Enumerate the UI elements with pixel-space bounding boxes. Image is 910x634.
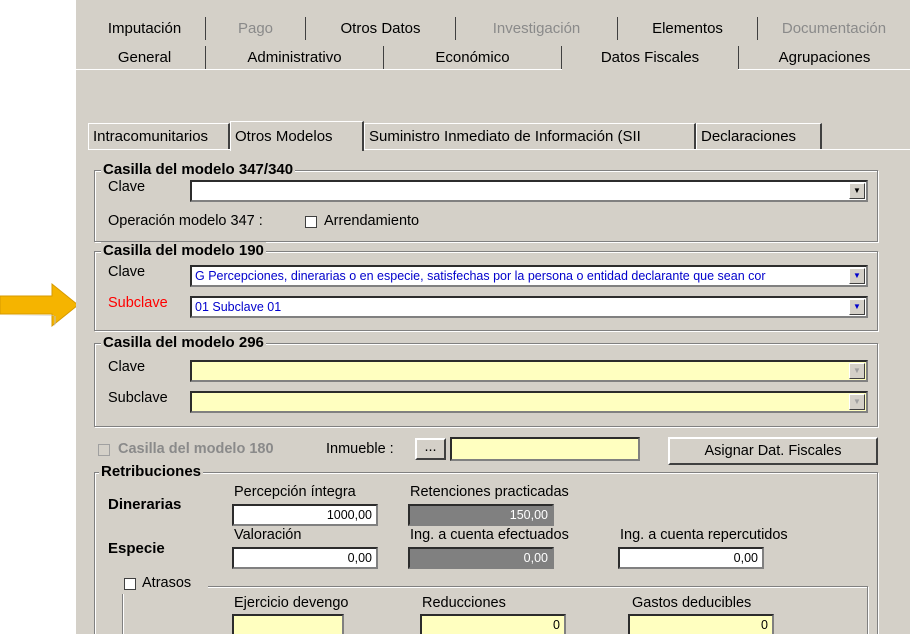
tab-intracomunitarios[interactable]: Intracomunitarios — [88, 123, 230, 149]
group-modelo-190: Casilla del modelo 190 — [94, 242, 878, 331]
top-tab-row-1: Imputación Pago Otros Datos Investigació… — [76, 17, 910, 41]
percepcion-label: Percepción íntegra — [234, 484, 356, 500]
inmueble-browse-button[interactable]: ... — [415, 438, 446, 460]
tab-elementos[interactable]: Elementos — [618, 17, 758, 40]
tab-economico[interactable]: Económico — [384, 46, 562, 69]
tab-otros-modelos[interactable]: Otros Modelos — [230, 121, 364, 151]
tab-administrativo[interactable]: Administrativo — [206, 46, 384, 69]
valoracion-input[interactable]: 0,00 — [232, 547, 378, 569]
retenciones-input: 150,00 — [408, 504, 554, 526]
subclave-296-select[interactable]: ▼ — [190, 391, 868, 413]
clave-label: Clave — [108, 179, 146, 195]
chevron-down-icon[interactable]: ▼ — [849, 268, 865, 284]
ing-efectuados-label: Ing. a cuenta efectuados — [410, 527, 569, 543]
inmueble-input[interactable] — [450, 437, 640, 461]
ejercicio-devengo-input[interactable] — [232, 614, 344, 634]
tab-divider — [76, 69, 562, 70]
chevron-down-icon[interactable]: ▼ — [849, 363, 865, 379]
clave-296-select[interactable]: ▼ — [190, 360, 868, 382]
arrendamiento-checkbox[interactable] — [305, 216, 317, 228]
fiscal-data-window: Imputación Pago Otros Datos Investigació… — [76, 0, 910, 634]
asignar-datos-fiscales-button[interactable]: Asignar Dat. Fiscales — [668, 437, 878, 465]
tab-datos-fiscales[interactable]: Datos Fiscales — [562, 46, 738, 69]
ejercicio-devengo-label: Ejercicio devengo — [234, 595, 349, 611]
clave-190-select[interactable]: G Percepciones, dinerarias o en especie,… — [190, 265, 868, 287]
ing-repercutidos-value: 0,00 — [733, 551, 758, 565]
group-title: Casilla del modelo 347/340 — [101, 161, 296, 178]
tab-agrupaciones[interactable]: Agrupaciones — [738, 46, 910, 69]
especie-label: Especie — [108, 540, 165, 557]
tab-investigacion[interactable]: Investigación — [456, 17, 618, 40]
gastos-value: 0 — [761, 618, 768, 632]
retenciones-label: Retenciones practicadas — [410, 484, 569, 500]
group-title: Casilla del modelo 190 — [101, 242, 266, 259]
subclave-190-select[interactable]: 01 Subclave 01 ▼ — [190, 296, 868, 318]
tab-divider — [738, 69, 910, 70]
reducciones-value: 0 — [553, 618, 560, 632]
tab-declaraciones[interactable]: Declaraciones — [696, 123, 822, 149]
valoracion-value: 0,00 — [347, 551, 372, 565]
clave-347-select[interactable]: ▼ — [190, 180, 868, 202]
group-modelo-296: Casilla del modelo 296 — [94, 334, 878, 427]
tab-general[interactable]: General — [84, 46, 206, 69]
chevron-down-icon[interactable]: ▼ — [849, 394, 865, 410]
arrow-right-icon — [0, 282, 79, 328]
modelo-180-checkbox[interactable] — [98, 444, 110, 456]
dinerarias-label: Dinerarias — [108, 496, 182, 513]
inmueble-label: Inmueble : — [326, 441, 394, 457]
tab-otros-datos[interactable]: Otros Datos — [306, 17, 456, 40]
subclave-190-value: 01 Subclave 01 — [195, 300, 282, 314]
atrasos-label: Atrasos — [142, 575, 192, 591]
gastos-deducibles-label: Gastos deducibles — [632, 595, 752, 611]
chevron-down-icon[interactable]: ▼ — [849, 299, 865, 315]
group-title: Casilla del modelo 296 — [101, 334, 266, 351]
percepcion-integra-input[interactable]: 1000,00 — [232, 504, 378, 526]
retenciones-value: 150,00 — [509, 508, 548, 522]
subtab-line — [364, 149, 910, 150]
subclave-label: Subclave — [108, 390, 168, 406]
chevron-down-icon[interactable]: ▼ — [849, 183, 865, 199]
tab-documentacion[interactable]: Documentación — [758, 17, 910, 40]
clave-label: Clave — [108, 264, 146, 280]
reducciones-input[interactable]: 0 — [420, 614, 566, 634]
ing-repercutidos-label: Ing. a cuenta repercutidos — [620, 527, 788, 543]
tab-pago[interactable]: Pago — [206, 17, 306, 40]
operacion-label: Operación modelo 347 : — [108, 213, 263, 229]
ing-repercutidos-input[interactable]: 0,00 — [618, 547, 764, 569]
modelo-180-label: Casilla del modelo 180 — [118, 441, 274, 457]
arrendamiento-label: Arrendamiento — [324, 213, 420, 229]
tab-imputacion[interactable]: Imputación — [84, 17, 206, 40]
ing-efectuados-value: 0,00 — [523, 551, 548, 565]
subclave-label: Subclave — [108, 295, 168, 311]
clave-190-value: G Percepciones, dinerarias o en especie,… — [195, 269, 766, 283]
reducciones-label: Reducciones — [422, 595, 506, 611]
tab-sii[interactable]: Suministro Inmediato de Información (SII — [364, 123, 696, 149]
clave-label: Clave — [108, 359, 146, 375]
group-title: Retribuciones — [99, 463, 204, 480]
ing-efectuados-input: 0,00 — [408, 547, 554, 569]
subtab-line — [88, 149, 230, 150]
percepcion-value: 1000,00 — [326, 508, 372, 522]
valoracion-label: Valoración — [234, 527, 302, 543]
gastos-deducibles-input[interactable]: 0 — [628, 614, 774, 634]
atrasos-checkbox[interactable] — [124, 578, 136, 590]
top-tab-row-2: General Administrativo Económico Datos F… — [76, 46, 910, 70]
